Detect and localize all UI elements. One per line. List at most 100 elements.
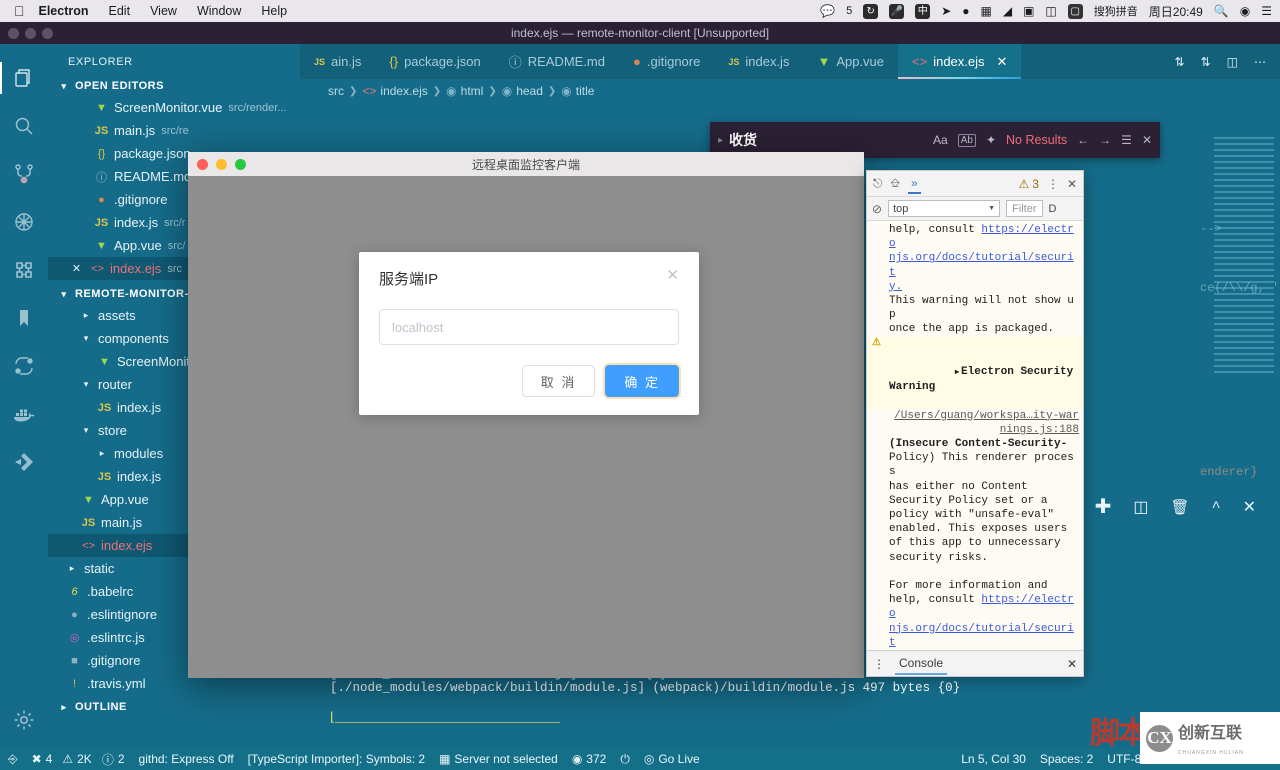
console-warning-header[interactable]: ⚠ ▸ Electron Security Warning: [867, 336, 1083, 409]
match-case-icon[interactable]: Aa: [933, 133, 948, 147]
clear-console-icon[interactable]: ⊘: [872, 202, 882, 216]
activity-search[interactable]: [0, 102, 48, 150]
status-remote-indicator[interactable]: ⎆: [8, 752, 18, 767]
apple-icon[interactable]: : [14, 3, 25, 19]
input-method-label[interactable]: 搜狗拼音: [1094, 3, 1138, 19]
airplay-icon[interactable]: ▣: [1023, 4, 1034, 18]
split-terminal-icon[interactable]: ◫: [1133, 497, 1148, 517]
open-editor-item[interactable]: ▼ ScreenMonitor.vue src/render...: [48, 96, 300, 119]
server-ip-input[interactable]: [379, 309, 679, 345]
console-context-select[interactable]: top ▼: [888, 200, 1001, 217]
status-typescript-importer[interactable]: [TypeScript Importer]: Symbols: 2: [248, 752, 425, 766]
tab-package-json[interactable]: {} package.json: [375, 44, 495, 79]
calculator-icon[interactable]: ▦: [981, 4, 992, 18]
expand-triangle-icon[interactable]: ▸: [955, 368, 959, 377]
section-outline[interactable]: ▸ OUTLINE: [48, 695, 300, 719]
control-center-icon[interactable]: ☰: [1261, 4, 1272, 18]
find-input[interactable]: 收货: [729, 130, 757, 150]
siri-icon[interactable]: ◉: [1240, 4, 1250, 18]
tab-app-vue[interactable]: ▼ App.vue: [803, 44, 899, 79]
find-in-selection-icon[interactable]: ☰: [1121, 133, 1132, 147]
battery-icon[interactable]: ◫: [1045, 4, 1056, 18]
more-tabs-icon[interactable]: »: [907, 174, 921, 194]
open-editor-item[interactable]: JS main.js src/re: [48, 119, 300, 142]
search-icon[interactable]: 🔍: [1214, 4, 1229, 18]
kebab-menu-icon[interactable]: ⋮: [1047, 177, 1059, 191]
breadcrumb-html[interactable]: ◉ html: [446, 84, 483, 98]
menu-item-view[interactable]: View: [150, 4, 177, 18]
status-githd[interactable]: githd: Express Off: [139, 752, 234, 766]
tab-gitignore[interactable]: ● .gitignore: [619, 44, 715, 79]
more-actions-icon[interactable]: ⋯: [1254, 55, 1266, 69]
status-time-counter[interactable]: ◉ 372: [572, 752, 607, 766]
console-line-link[interactable]: njs.org/docs/tutorial/securit: [867, 622, 1083, 650]
console-line-link[interactable]: y.: [867, 280, 1083, 294]
arrow-right-icon[interactable]: →: [1099, 133, 1111, 147]
log-levels-label[interactable]: D: [1049, 203, 1057, 215]
dropbox-icon[interactable]: ▢: [1067, 3, 1083, 19]
chevron-right-icon[interactable]: ▸: [718, 135, 723, 146]
chevron-up-icon[interactable]: ^: [1212, 499, 1221, 516]
status-port-icon[interactable]: ⏻: [620, 752, 630, 767]
app-traffic-lights[interactable]: [197, 158, 246, 170]
arrow-left-icon[interactable]: ←: [1077, 133, 1089, 147]
activity-live-share[interactable]: [0, 342, 48, 390]
wechat-icon[interactable]: 💬: [820, 4, 835, 18]
editor-minimap[interactable]: [1214, 137, 1274, 377]
console-source[interactable]: /Users/guang/workspa…ity-war: [867, 409, 1083, 423]
maximize-button[interactable]: [235, 158, 246, 170]
status-indentation[interactable]: Spaces: 2: [1040, 752, 1093, 766]
telegram-icon[interactable]: ➤: [941, 4, 951, 18]
status-encoding[interactable]: UTF-8: [1107, 752, 1141, 766]
activity-bookmarks[interactable]: [0, 294, 48, 342]
add-terminal-icon[interactable]: ✚: [1095, 494, 1112, 520]
wifi-icon[interactable]: ◢: [1003, 4, 1012, 18]
confirm-button[interactable]: 确 定: [605, 365, 679, 397]
minimize-button[interactable]: [216, 158, 227, 170]
window-traffic-lights[interactable]: [8, 28, 53, 39]
close-icon[interactable]: ✕: [1142, 133, 1152, 147]
status-problems[interactable]: ✖ 4 ⚠ 2K ⓘ 2: [32, 751, 125, 768]
menu-item-electron[interactable]: Electron: [39, 4, 89, 18]
shield-icon[interactable]: ●: [962, 4, 969, 18]
activity-docker[interactable]: [0, 390, 48, 438]
status-cursor-position[interactable]: Ln 5, Col 30: [961, 752, 1026, 766]
breadcrumb-title[interactable]: ◉ title: [561, 84, 594, 98]
mic-icon[interactable]: 🎤: [889, 3, 905, 19]
tab-index-ejs[interactable]: <> index.ejs ✕: [898, 44, 1022, 79]
close-icon[interactable]: ✕: [997, 54, 1008, 70]
chinese-input-icon[interactable]: 中: [915, 3, 931, 19]
tab-index-js[interactable]: JS index.js: [714, 44, 804, 79]
close-button[interactable]: [197, 158, 208, 170]
activity-explorer[interactable]: [0, 54, 48, 102]
menu-item-edit[interactable]: Edit: [109, 4, 131, 18]
tab-readme-md[interactable]: ⓘ README.md: [494, 44, 619, 79]
cancel-button[interactable]: 取 消: [521, 365, 596, 397]
device-toolbar-icon[interactable]: ⎒: [891, 176, 900, 191]
split-editor-vertical-icon[interactable]: ⇅: [1201, 55, 1211, 69]
kebab-menu-icon[interactable]: ⋮: [873, 657, 885, 671]
status-server-select[interactable]: ▦ Server not selected: [439, 752, 558, 766]
warning-indicator[interactable]: ⚠ 3: [1018, 177, 1038, 191]
inspect-element-icon[interactable]: ⎋: [873, 176, 883, 191]
activity-extensions[interactable]: [0, 246, 48, 294]
close-icon[interactable]: ✕: [1067, 177, 1077, 191]
console-source[interactable]: nings.js:188: [867, 423, 1083, 437]
drawer-tab-console[interactable]: Console: [895, 653, 948, 675]
close-panel-icon[interactable]: ✕: [1243, 497, 1256, 517]
regex-icon[interactable]: ✦: [986, 133, 996, 147]
clock-label[interactable]: 周日20:49: [1149, 3, 1203, 20]
breadcrumb-head[interactable]: ◉ head: [502, 84, 543, 98]
tab-main-js[interactable]: JS ain.js: [300, 44, 376, 79]
console-filter-input[interactable]: Filter: [1006, 200, 1043, 217]
whole-word-icon[interactable]: Ab: [957, 133, 976, 147]
menu-item-window[interactable]: Window: [197, 4, 241, 18]
activity-run-debug[interactable]: [0, 198, 48, 246]
close-icon[interactable]: ✕: [1067, 657, 1077, 671]
kill-terminal-icon[interactable]: 🗑: [1171, 498, 1190, 517]
close-icon[interactable]: ✕: [68, 262, 85, 275]
console-line-link[interactable]: njs.org/docs/tutorial/securit: [867, 251, 1083, 279]
menu-item-help[interactable]: Help: [261, 4, 287, 18]
breadcrumb-src[interactable]: src: [328, 84, 344, 98]
console-output[interactable]: help, consult https://electro njs.org/do…: [867, 221, 1083, 650]
